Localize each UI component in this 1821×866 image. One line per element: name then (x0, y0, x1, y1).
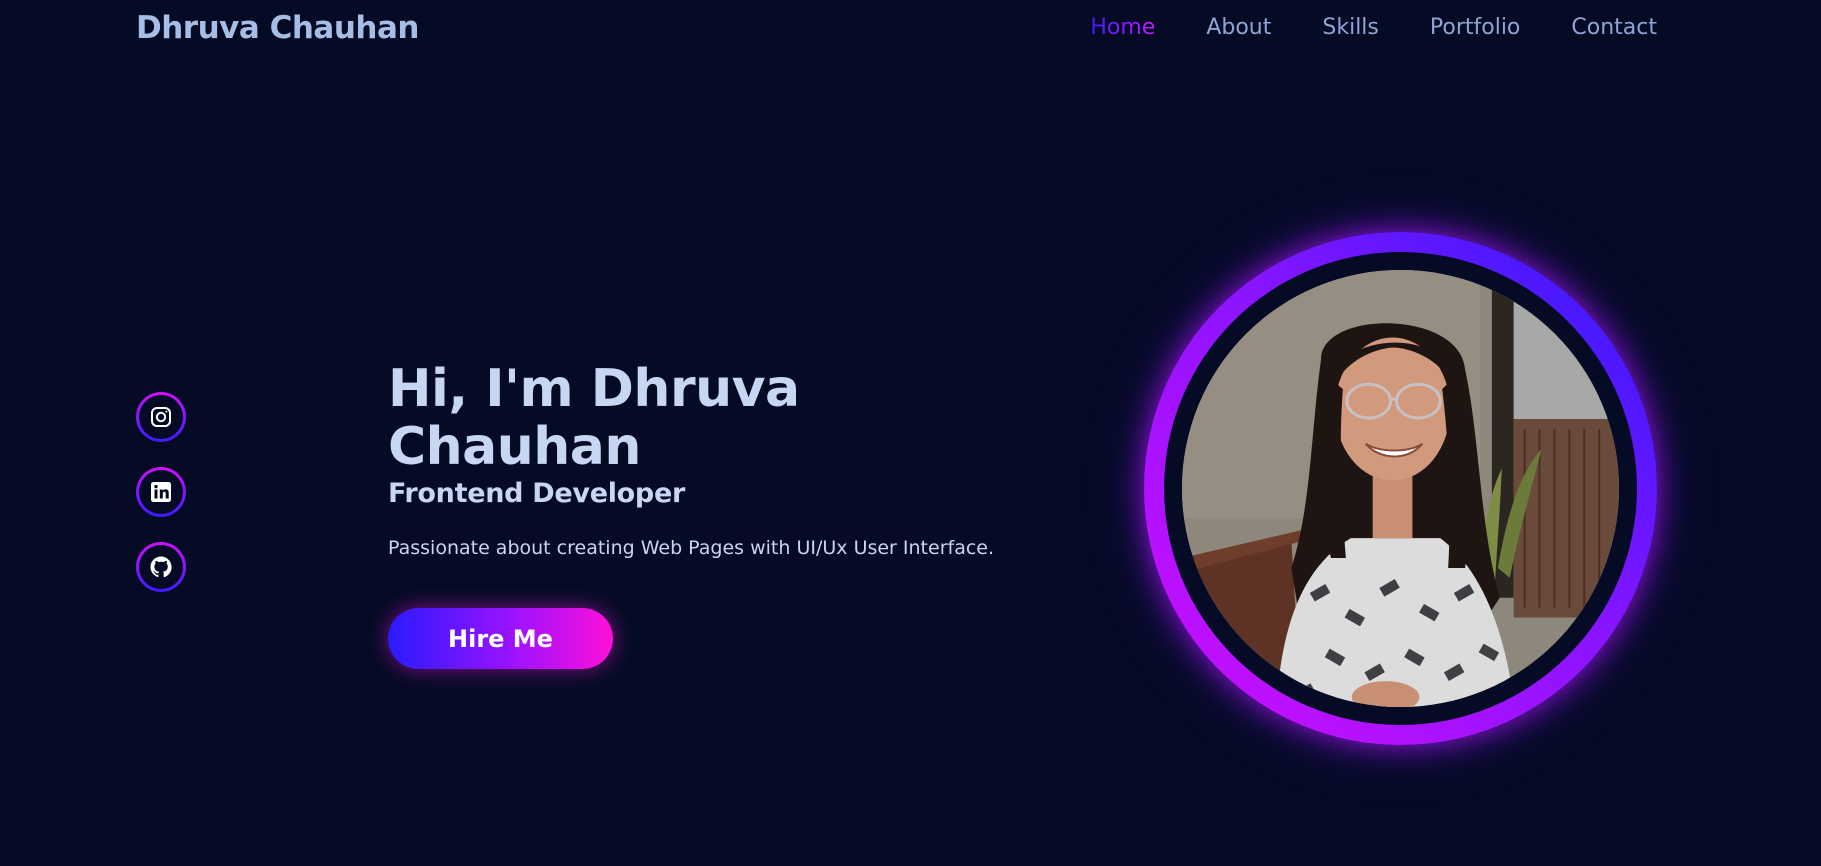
page: Dhruva Chauhan Home About Skills Portfol… (0, 0, 1821, 866)
hero-section: Hi, I'm Dhruva Chauhan Frontend Develope… (388, 359, 1028, 670)
github-icon (150, 556, 172, 578)
profile-photo (1182, 270, 1619, 707)
linkedin-icon (151, 482, 171, 502)
main-nav: Home About Skills Portfolio Contact (1090, 15, 1657, 40)
nav-about[interactable]: About (1206, 15, 1271, 40)
nav-contact[interactable]: Contact (1571, 15, 1657, 40)
hire-me-button[interactable]: Hire Me (388, 608, 613, 670)
instagram-link[interactable] (136, 392, 186, 442)
nav-portfolio[interactable]: Portfolio (1430, 15, 1521, 40)
nav-skills[interactable]: Skills (1322, 15, 1379, 40)
instagram-icon (151, 407, 171, 427)
linkedin-link[interactable] (136, 467, 186, 517)
hero-heading: Hi, I'm Dhruva Chauhan (388, 359, 800, 478)
portrait-frame (1144, 232, 1657, 745)
hero-tagline: Passionate about creating Web Pages with… (388, 537, 995, 560)
site-logo[interactable]: Dhruva Chauhan (136, 10, 419, 46)
hero-role: Frontend Developer (388, 478, 685, 510)
nav-home[interactable]: Home (1090, 15, 1155, 40)
social-links (136, 392, 186, 592)
github-link[interactable] (136, 542, 186, 592)
